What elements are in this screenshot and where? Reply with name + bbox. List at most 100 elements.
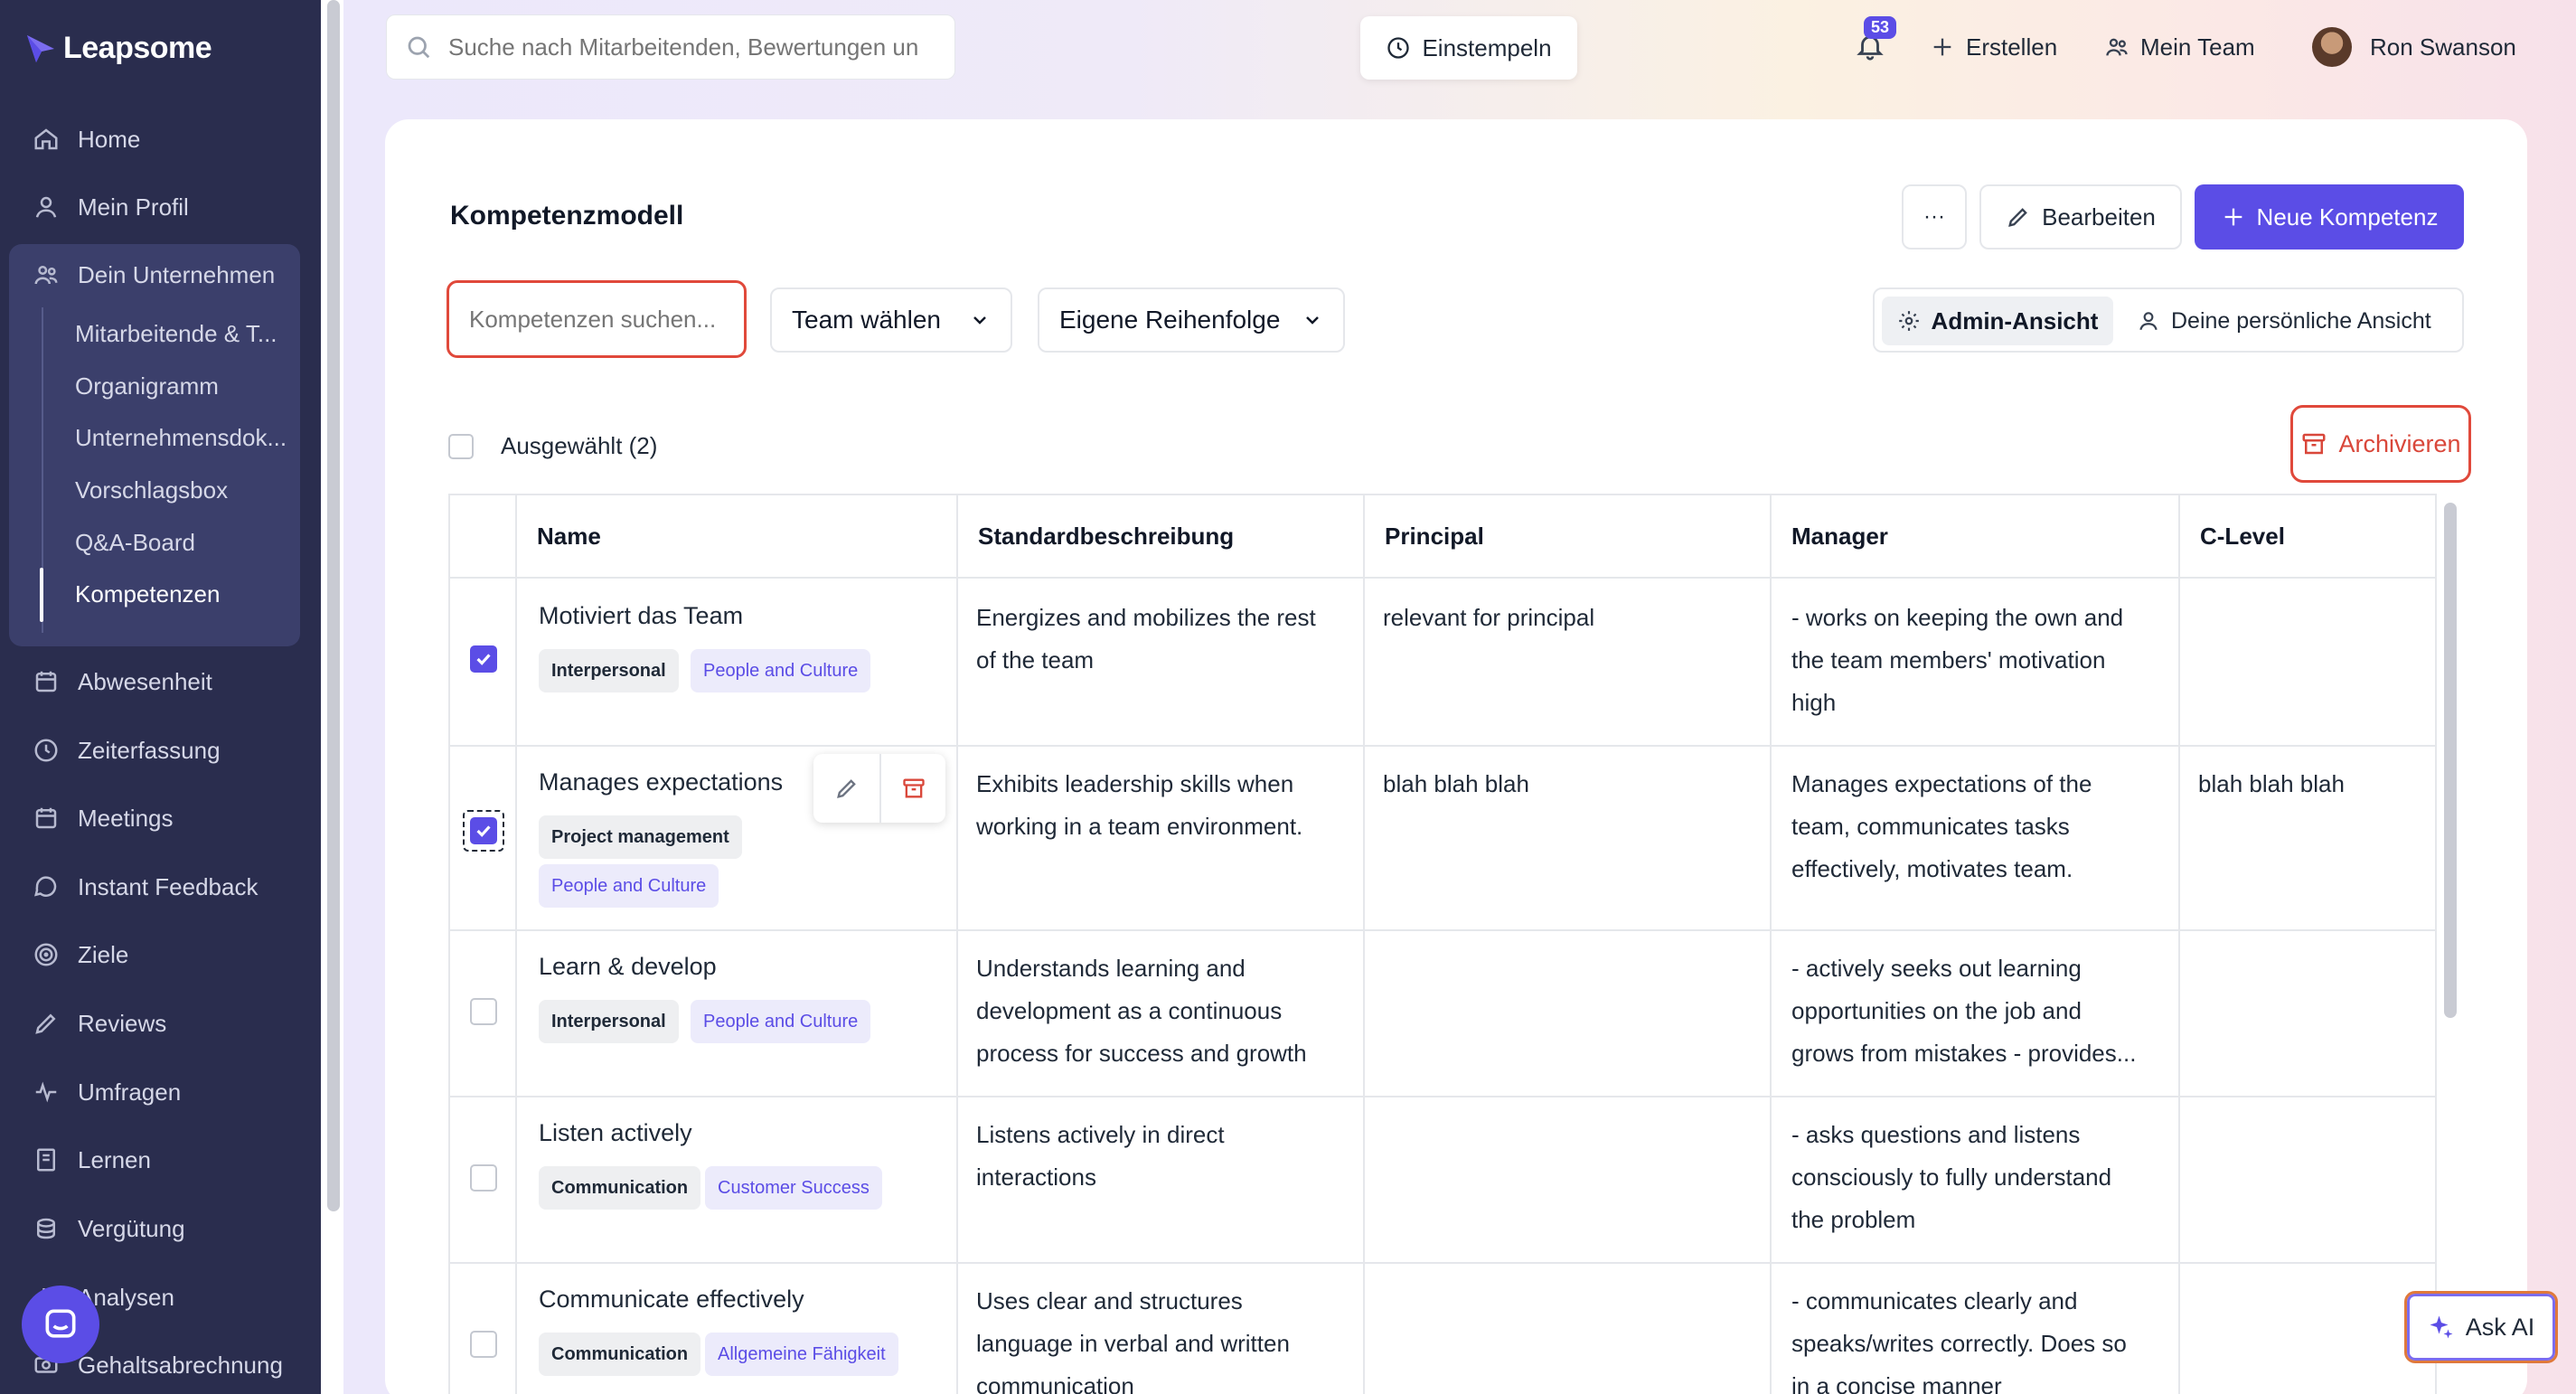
principal-cell: relevant for principal xyxy=(1383,597,1594,639)
sidebar-subitem-qa[interactable]: Q&A-Board xyxy=(75,524,195,560)
row-checkbox[interactable] xyxy=(470,645,497,673)
personal-view-tab[interactable]: Deine persönliche Ansicht xyxy=(2137,297,2431,345)
sidebar-item-instant-feedback[interactable]: Instant Feedback xyxy=(33,869,258,905)
avatar[interactable] xyxy=(2312,27,2352,67)
column-divider xyxy=(956,579,958,1394)
user-icon xyxy=(35,196,57,218)
sidebar-subitem-documents[interactable]: Unternehmensdok... xyxy=(75,419,287,456)
global-search[interactable] xyxy=(386,14,955,80)
user-menu[interactable]: Ron Swanson xyxy=(2370,27,2516,67)
tag: People and Culture xyxy=(539,864,719,908)
row-edit-button[interactable] xyxy=(813,754,879,823)
user-name: Ron Swanson xyxy=(2370,33,2516,61)
row-checkbox[interactable] xyxy=(470,1331,497,1358)
description-cell: Exhibits leadership skills when working … xyxy=(976,763,1302,848)
competency-name[interactable]: Listen actively xyxy=(539,1119,692,1147)
pen-icon xyxy=(35,1013,56,1034)
sidebar-item-time-tracking[interactable]: Zeiterfassung xyxy=(33,732,221,768)
global-search-input[interactable] xyxy=(448,33,936,61)
text-line: communication xyxy=(976,1372,1134,1394)
header-name[interactable]: Name xyxy=(517,495,958,579)
sidebar-item-label: Gehaltsabrechnung xyxy=(78,1351,283,1379)
text-line: Energizes and mobilizes the rest xyxy=(976,604,1316,631)
page-title: Kompetenzmodell xyxy=(450,201,684,231)
text-line: team, communicates tasks xyxy=(1791,813,2070,840)
text-line: consciously to fully understand xyxy=(1791,1163,2112,1191)
sidebar-item-learning[interactable]: Lernen xyxy=(33,1142,151,1178)
sidebar-subitem-suggestions[interactable]: Vorschlagsbox xyxy=(75,472,228,508)
text-line: interactions xyxy=(976,1163,1096,1191)
select-all-checkbox[interactable] xyxy=(448,433,474,459)
order-select[interactable]: Eigene Reihenfolge xyxy=(1038,287,1345,353)
sidebar-item-compensation[interactable]: Vergütung xyxy=(33,1210,185,1247)
sidebar-item-label: Zeiterfassung xyxy=(78,736,221,764)
row-checkbox[interactable] xyxy=(470,998,497,1025)
sidebar-item-reviews[interactable]: Reviews xyxy=(33,1005,166,1041)
sidebar-subitem-orgchart[interactable]: Organigramm xyxy=(75,368,219,404)
sidebar-scrollbar[interactable] xyxy=(327,0,340,1211)
sidebar-item-home[interactable]: Home xyxy=(33,121,140,157)
header-principal[interactable]: Principal xyxy=(1365,495,1772,579)
app-logo[interactable]: Leapsome xyxy=(25,31,212,66)
competency-name[interactable]: Communicate effectively xyxy=(539,1286,804,1314)
plus-icon xyxy=(1933,38,1951,56)
sidebar-item-profile[interactable]: Mein Profil xyxy=(33,189,189,225)
tag: Allgemeine Fähigkeit xyxy=(705,1333,898,1376)
app-name: Leapsome xyxy=(63,31,212,65)
sidebar-item-meetings[interactable]: Meetings xyxy=(33,800,174,836)
sidebar-item-goals[interactable]: Ziele xyxy=(33,937,128,973)
book-icon xyxy=(37,1148,55,1172)
sidebar-item-label: Reviews xyxy=(78,1009,167,1037)
header-clevel[interactable]: C-Level xyxy=(2180,495,2435,579)
competency-name[interactable]: Motiviert das Team xyxy=(539,602,743,630)
sidebar-item-surveys[interactable]: Umfragen xyxy=(33,1074,181,1110)
header-manager[interactable]: Manager xyxy=(1772,495,2180,579)
chat-icon xyxy=(34,876,57,897)
team-select[interactable]: Team wählen xyxy=(770,287,1012,353)
create-button[interactable]: Erstellen xyxy=(1930,27,2057,67)
ask-ai-button[interactable]: Ask AI xyxy=(2404,1291,2558,1363)
text-line: grows from mistakes - provides... xyxy=(1791,1040,2137,1067)
archive-button[interactable]: Archivieren xyxy=(2290,405,2471,483)
row-checkbox[interactable] xyxy=(470,817,497,844)
row-checkbox[interactable] xyxy=(470,1164,497,1191)
chevron-down-icon xyxy=(1306,316,1319,325)
manager-cell: - works on keeping the own and the team … xyxy=(1791,597,2123,724)
users-icon xyxy=(2106,38,2128,56)
sidebar-item-company[interactable]: Dein Unternehmen xyxy=(33,257,275,293)
new-competency-button[interactable]: Neue Kompetenz xyxy=(2195,184,2464,250)
header-description[interactable]: Standardbeschreibung xyxy=(958,495,1365,579)
text-line: Uses clear and structures xyxy=(976,1287,1243,1314)
more-options-button[interactable]: ··· xyxy=(1902,184,1967,250)
competency-name[interactable]: Manages expectations xyxy=(539,768,783,796)
sidebar-subitem-employees[interactable]: Mitarbeitende & T... xyxy=(75,316,277,352)
manager-cell: - actively seeks out learning opportunit… xyxy=(1791,947,2136,1075)
more-options-label: ··· xyxy=(1923,204,1945,229)
edit-button[interactable]: Bearbeiten xyxy=(1979,184,2182,250)
pulse-icon xyxy=(35,1081,57,1103)
text-line: the problem xyxy=(1791,1206,1916,1233)
tag: Interpersonal xyxy=(539,649,679,692)
text-line: Understands learning and xyxy=(976,955,1246,982)
row-divider xyxy=(450,1096,2435,1097)
row-actions xyxy=(813,754,945,823)
admin-view-tab[interactable]: Admin-Ansicht xyxy=(1882,297,2113,345)
tag: Interpersonal xyxy=(539,1000,679,1043)
my-team-button[interactable]: Mein Team xyxy=(2104,27,2255,67)
sidebar-item-absence[interactable]: Abwesenheit xyxy=(33,664,212,700)
table-scrollbar[interactable] xyxy=(2444,503,2457,1018)
text-line: speaks/writes correctly. Does so xyxy=(1791,1330,2127,1357)
users-icon xyxy=(34,266,58,285)
competency-name[interactable]: Learn & develop xyxy=(539,953,717,981)
text-line: Manages expectations of the xyxy=(1791,770,2092,797)
row-archive-button[interactable] xyxy=(879,754,945,823)
text-line: - asks questions and listens xyxy=(1791,1121,2081,1148)
support-chat-button[interactable] xyxy=(22,1286,99,1363)
competency-search[interactable] xyxy=(447,280,747,358)
notification-count-badge: 53 xyxy=(1864,16,1897,39)
clock-in-button[interactable]: Einstempeln xyxy=(1360,16,1577,80)
text-line: development as a continuous xyxy=(976,997,1283,1024)
text-line: in a concise manner xyxy=(1791,1372,2002,1394)
competency-search-input[interactable] xyxy=(469,305,731,334)
sidebar-subitem-competencies[interactable]: Kompetenzen xyxy=(75,576,220,612)
